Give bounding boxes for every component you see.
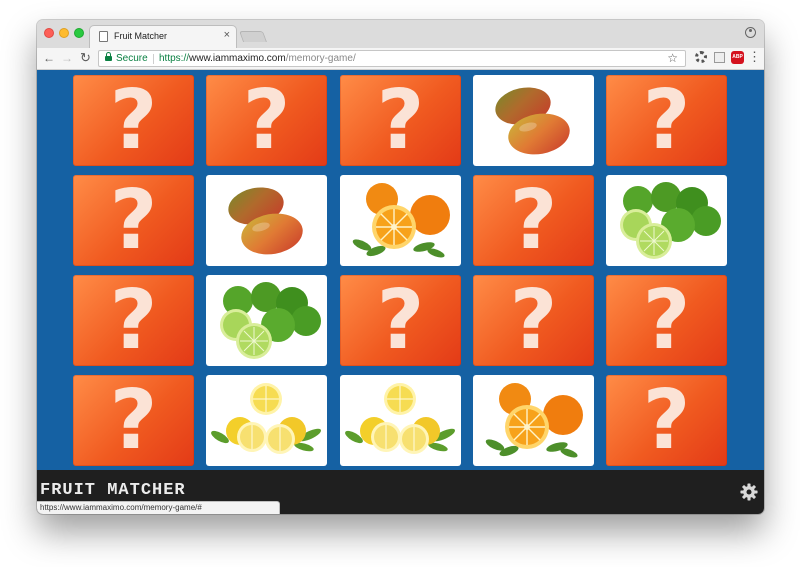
question-mark-icon: ? xyxy=(242,75,291,166)
tab-strip: Fruit Matcher × xyxy=(37,20,764,48)
memory-card-orange[interactable] xyxy=(340,175,461,266)
memory-card-hidden[interactable]: ? xyxy=(340,275,461,366)
zoom-window-button[interactable] xyxy=(74,28,84,38)
question-mark-icon: ? xyxy=(109,375,158,466)
profile-icon[interactable] xyxy=(745,27,756,38)
memory-card-lemon[interactable] xyxy=(206,375,327,466)
memory-card-hidden[interactable]: ? xyxy=(73,175,194,266)
memory-card-hidden[interactable]: ? xyxy=(473,275,594,366)
question-mark-icon: ? xyxy=(642,75,691,166)
browser-window: Fruit Matcher × ← → ↻ Secure https://www… xyxy=(37,20,764,514)
question-mark-icon: ? xyxy=(642,375,691,466)
back-arrow-icon[interactable]: ← xyxy=(43,51,55,65)
game-board: ???????????? xyxy=(37,70,764,470)
link-status-bubble: https://www.iammaximo.com/memory-game/# xyxy=(37,501,280,514)
tab-title: Fruit Matcher xyxy=(114,31,168,41)
extension-box-icon[interactable] xyxy=(714,52,725,63)
close-tab-icon[interactable]: × xyxy=(224,29,230,41)
memory-card-hidden[interactable]: ? xyxy=(73,375,194,466)
settings-gear-icon[interactable] xyxy=(740,483,758,501)
adblock-icon[interactable]: ABP xyxy=(731,51,744,64)
question-mark-icon: ? xyxy=(509,275,558,366)
memory-card-hidden[interactable]: ? xyxy=(606,75,727,166)
question-mark-icon: ? xyxy=(509,175,558,266)
memory-card-hidden[interactable]: ? xyxy=(340,75,461,166)
tab-fruit-matcher[interactable]: Fruit Matcher × xyxy=(89,25,237,48)
memory-card-hidden[interactable]: ? xyxy=(73,75,194,166)
close-window-button[interactable] xyxy=(44,28,54,38)
memory-card-hidden[interactable]: ? xyxy=(73,275,194,366)
memory-card-hidden[interactable]: ? xyxy=(606,375,727,466)
question-mark-icon: ? xyxy=(376,75,425,166)
memory-card-lime[interactable] xyxy=(206,275,327,366)
url-divider xyxy=(153,54,154,64)
page-icon xyxy=(99,31,108,42)
memory-card-hidden[interactable]: ? xyxy=(206,75,327,166)
question-mark-icon: ? xyxy=(109,75,158,166)
url-path: /memory-game/ xyxy=(285,53,356,64)
forward-arrow-icon[interactable]: → xyxy=(61,51,73,65)
memory-card-hidden[interactable]: ? xyxy=(606,275,727,366)
bookmark-star-icon[interactable]: ☆ xyxy=(667,51,678,65)
reload-icon[interactable]: ↻ xyxy=(80,51,91,65)
memory-card-orange[interactable] xyxy=(473,375,594,466)
new-tab-button[interactable] xyxy=(238,31,268,42)
address-bar[interactable]: Secure https://www.iammaximo.com/memory-… xyxy=(98,50,686,67)
question-mark-icon: ? xyxy=(376,275,425,366)
memory-card-hidden[interactable]: ? xyxy=(473,175,594,266)
question-mark-icon: ? xyxy=(642,275,691,366)
extension-gear-icon[interactable] xyxy=(695,51,707,63)
question-mark-icon: ? xyxy=(109,275,158,366)
secure-label: Secure xyxy=(116,53,148,64)
lock-icon xyxy=(105,52,112,61)
game-title: FRUIT MATCHER xyxy=(40,481,186,500)
url-text[interactable]: https://www.iammaximo.com/memory-game/ xyxy=(159,53,356,64)
url-host: www.iammaximo.com xyxy=(189,53,286,64)
browser-menu-icon[interactable]: ⋮ xyxy=(748,49,761,65)
memory-card-mango[interactable] xyxy=(473,75,594,166)
question-mark-icon: ? xyxy=(109,175,158,266)
minimize-window-button[interactable] xyxy=(59,28,69,38)
browser-toolbar: ← → ↻ Secure https://www.iammaximo.com/m… xyxy=(37,48,764,70)
memory-card-lemon[interactable] xyxy=(340,375,461,466)
memory-card-mango[interactable] xyxy=(206,175,327,266)
url-scheme: https:// xyxy=(159,53,190,64)
memory-card-lime[interactable] xyxy=(606,175,727,266)
